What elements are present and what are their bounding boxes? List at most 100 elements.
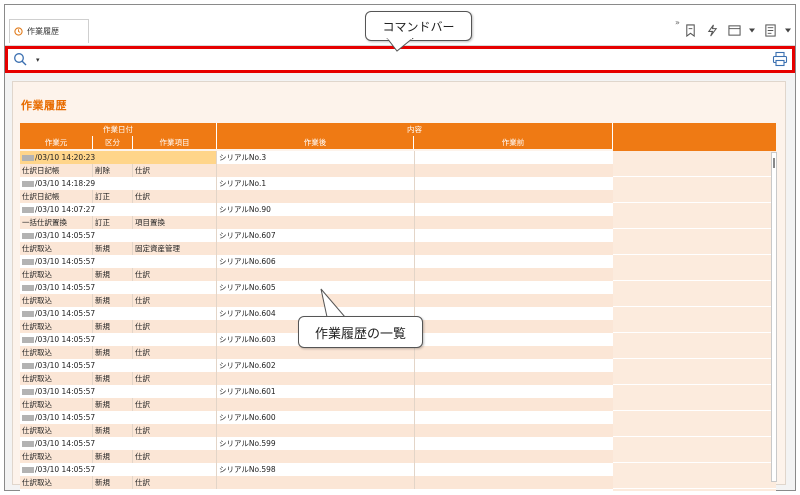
cell-item: 仕訳 xyxy=(133,164,217,177)
redacted-year xyxy=(22,181,34,187)
cell-source: 仕訳日記帳 xyxy=(20,190,93,203)
cell-kind: 新規 xyxy=(93,450,133,463)
date-text: /03/10 14:05:57 xyxy=(35,413,96,422)
chevron-down-icon[interactable] xyxy=(749,23,755,37)
right-pane-row xyxy=(613,437,776,463)
callout-pointer xyxy=(320,288,347,319)
row-top: /03/10 14:05:57 シリアルNo.601 xyxy=(20,385,613,398)
scrollbar-thumb[interactable] xyxy=(773,158,775,168)
redacted-year xyxy=(22,415,34,421)
window-icon[interactable] xyxy=(727,23,741,37)
cell-before xyxy=(414,385,613,398)
cell-before xyxy=(414,255,613,268)
row-bottom: 仕訳日記帳 訂正 仕訳 xyxy=(20,190,613,203)
header-item[interactable]: 作業項目 xyxy=(133,136,217,149)
cell-empty xyxy=(414,164,613,177)
redacted-year xyxy=(22,441,34,447)
table-row[interactable]: /03/10 14:05:57 シリアルNo.602 仕訳取込 新規 仕訳 xyxy=(20,359,613,385)
cell-source: 仕訳取込 xyxy=(20,268,93,281)
table-row[interactable]: /03/10 14:07:27 シリアルNo.90 一括仕訳置換 訂正 項目置換 xyxy=(20,203,613,229)
header-kind[interactable]: 区分 xyxy=(93,136,133,149)
redacted-year xyxy=(22,389,34,395)
redacted-year xyxy=(22,363,34,369)
form-icon[interactable] xyxy=(763,23,777,37)
table-row[interactable]: /03/10 14:20:23 シリアルNo.3 仕訳日記帳 削除 仕訳 xyxy=(20,151,613,177)
table-row[interactable]: /03/10 14:05:57 シリアルNo.606 仕訳取込 新規 仕訳 xyxy=(20,255,613,281)
cell-date: /03/10 14:05:57 xyxy=(20,281,217,294)
row-top: /03/10 14:05:57 シリアルNo.599 xyxy=(20,437,613,450)
cell-kind: 新規 xyxy=(93,320,133,333)
right-pane-row xyxy=(613,359,776,385)
overflow-chevron-icon[interactable]: » xyxy=(675,18,680,27)
cell-after: シリアルNo.90 xyxy=(219,205,271,214)
grid-header-filler xyxy=(613,123,776,151)
cell-after: シリアルNo.3 xyxy=(219,153,267,162)
table-row[interactable]: /03/10 14:05:57 シリアルNo.598 仕訳取込 新規 仕訳 xyxy=(20,463,613,489)
callout-commandbar: コマンドバー xyxy=(365,11,472,41)
grid-header-row-1: 作業日付 内容 xyxy=(20,123,613,136)
cell-empty xyxy=(414,372,613,385)
cell-empty xyxy=(414,242,613,255)
cell-after: シリアルNo.607 xyxy=(219,231,276,240)
cell-source: 仕訳取込 xyxy=(20,398,93,411)
table-row[interactable]: /03/10 14:05:57 シリアルNo.600 仕訳取込 新規 仕訳 xyxy=(20,411,613,437)
cell-after: シリアルNo.598 xyxy=(219,465,276,474)
tab-work-history[interactable]: 作業履歴 xyxy=(9,19,89,43)
cell-after: シリアルNo.606 xyxy=(219,257,276,266)
row-bottom: 仕訳取込 新規 仕訳 xyxy=(20,398,613,411)
cell-before xyxy=(414,333,613,346)
header-group-date: 作業日付 xyxy=(20,123,217,136)
cell-source: 仕訳取込 xyxy=(20,424,93,437)
table-row[interactable]: /03/10 14:05:57 シリアルNo.601 仕訳取込 新規 仕訳 xyxy=(20,385,613,411)
cell-item: 仕訳 xyxy=(133,346,217,359)
cell-item: 仕訳 xyxy=(133,294,217,307)
row-bottom: 仕訳取込 新規 仕訳 xyxy=(20,268,613,281)
cell-date: /03/10 14:20:23 xyxy=(20,151,217,164)
cell-before xyxy=(414,307,613,320)
cell-empty xyxy=(414,216,613,229)
cell-empty xyxy=(414,424,613,437)
table-row[interactable]: /03/10 14:05:57 シリアルNo.599 仕訳取込 新規 仕訳 xyxy=(20,437,613,463)
cell-date: /03/10 14:18:29 xyxy=(20,177,217,190)
cell-kind: 新規 xyxy=(93,242,133,255)
cell-after: シリアルNo.605 xyxy=(219,283,276,292)
search-dropdown-caret[interactable]: ▾ xyxy=(36,56,40,64)
cell-before xyxy=(414,411,613,424)
print-icon[interactable] xyxy=(772,51,788,67)
header-after[interactable]: 作業後 xyxy=(217,136,414,149)
cell-empty xyxy=(414,190,613,203)
header-source[interactable]: 作業元 xyxy=(20,136,93,149)
right-pane-row xyxy=(613,463,776,489)
row-bottom: 仕訳取込 新規 仕訳 xyxy=(20,450,613,463)
header-before[interactable]: 作業前 xyxy=(414,136,613,149)
cell-item: 仕訳 xyxy=(133,268,217,281)
lightning-icon[interactable] xyxy=(705,23,719,37)
search-icon[interactable] xyxy=(13,52,27,66)
date-text: /03/10 14:18:29 xyxy=(35,179,96,188)
cell-before xyxy=(414,359,613,372)
callout-history-list: 作業履歴の一覧 xyxy=(298,316,423,348)
bookmark-icon[interactable] xyxy=(683,23,697,37)
date-text: /03/10 14:05:57 xyxy=(35,231,96,240)
cell-kind: 新規 xyxy=(93,476,133,489)
cell-source: 仕訳取込 xyxy=(20,346,93,359)
cell-item: 仕訳 xyxy=(133,372,217,385)
vertical-scrollbar[interactable] xyxy=(771,152,777,482)
chevron-down-icon[interactable] xyxy=(785,23,791,37)
cell-date: /03/10 14:05:57 xyxy=(20,437,217,450)
redacted-year xyxy=(22,337,34,343)
cell-empty xyxy=(414,294,613,307)
row-top: /03/10 14:18:29 シリアルNo.1 xyxy=(20,177,613,190)
cell-item: 項目置換 xyxy=(133,216,217,229)
cell-date: /03/10 14:05:57 xyxy=(20,385,217,398)
table-row[interactable]: /03/10 14:18:29 シリアルNo.1 仕訳日記帳 訂正 仕訳 xyxy=(20,177,613,203)
cell-kind: 新規 xyxy=(93,294,133,307)
right-pane-row xyxy=(613,203,776,229)
cell-source: 仕訳日記帳 xyxy=(20,164,93,177)
cell-before xyxy=(414,177,613,190)
date-text: /03/10 14:05:57 xyxy=(35,439,96,448)
redacted-year xyxy=(22,155,34,161)
right-pane-row xyxy=(613,229,776,255)
table-row[interactable]: /03/10 14:05:57 シリアルNo.607 仕訳取込 新規 固定資産管理 xyxy=(20,229,613,255)
cell-kind: 新規 xyxy=(93,424,133,437)
